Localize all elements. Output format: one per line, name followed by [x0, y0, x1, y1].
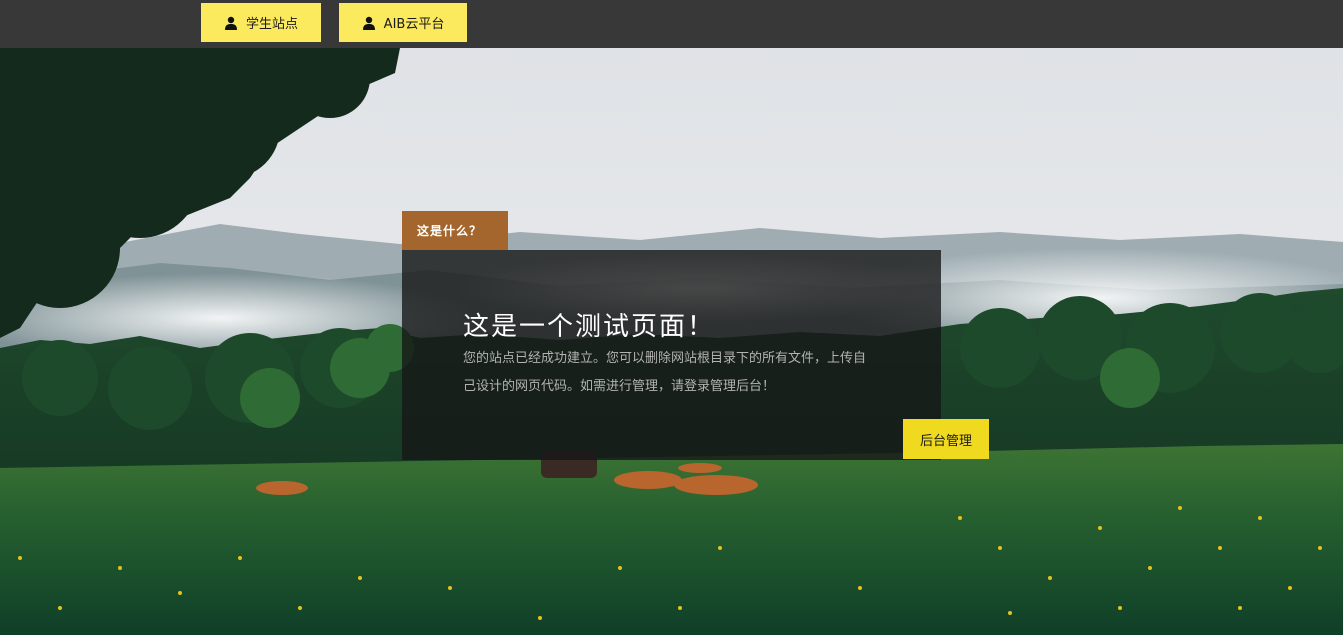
info-card: 这是一个测试页面！ 您的站点已经成功建立。您可以删除网站根目录下的所有文件，上传…	[402, 250, 941, 460]
card-body-text: 您的站点已经成功建立。您可以删除网站根目录下的所有文件，上传自己设计的网页代码。…	[463, 351, 867, 394]
page: 学生站点 AIB云平台 这是什么？ 这是一个测试页面！ 您的站点已经成功建立。您…	[0, 0, 1343, 635]
nav-button-aib-cloud[interactable]: AIB云平台	[339, 3, 467, 42]
nav-button-student-site[interactable]: 学生站点	[201, 3, 321, 42]
nav-button-label: 学生站点	[245, 17, 298, 32]
user-icon	[224, 16, 238, 30]
card-title: 这是一个测试页面！	[463, 312, 716, 342]
user-icon	[362, 16, 376, 30]
top-nav-bar: 学生站点 AIB云平台	[0, 0, 1343, 48]
nav-button-label: AIB云平台	[383, 17, 445, 32]
card-tag: 这是什么？	[402, 211, 508, 250]
admin-button[interactable]: 后台管理	[903, 419, 989, 459]
